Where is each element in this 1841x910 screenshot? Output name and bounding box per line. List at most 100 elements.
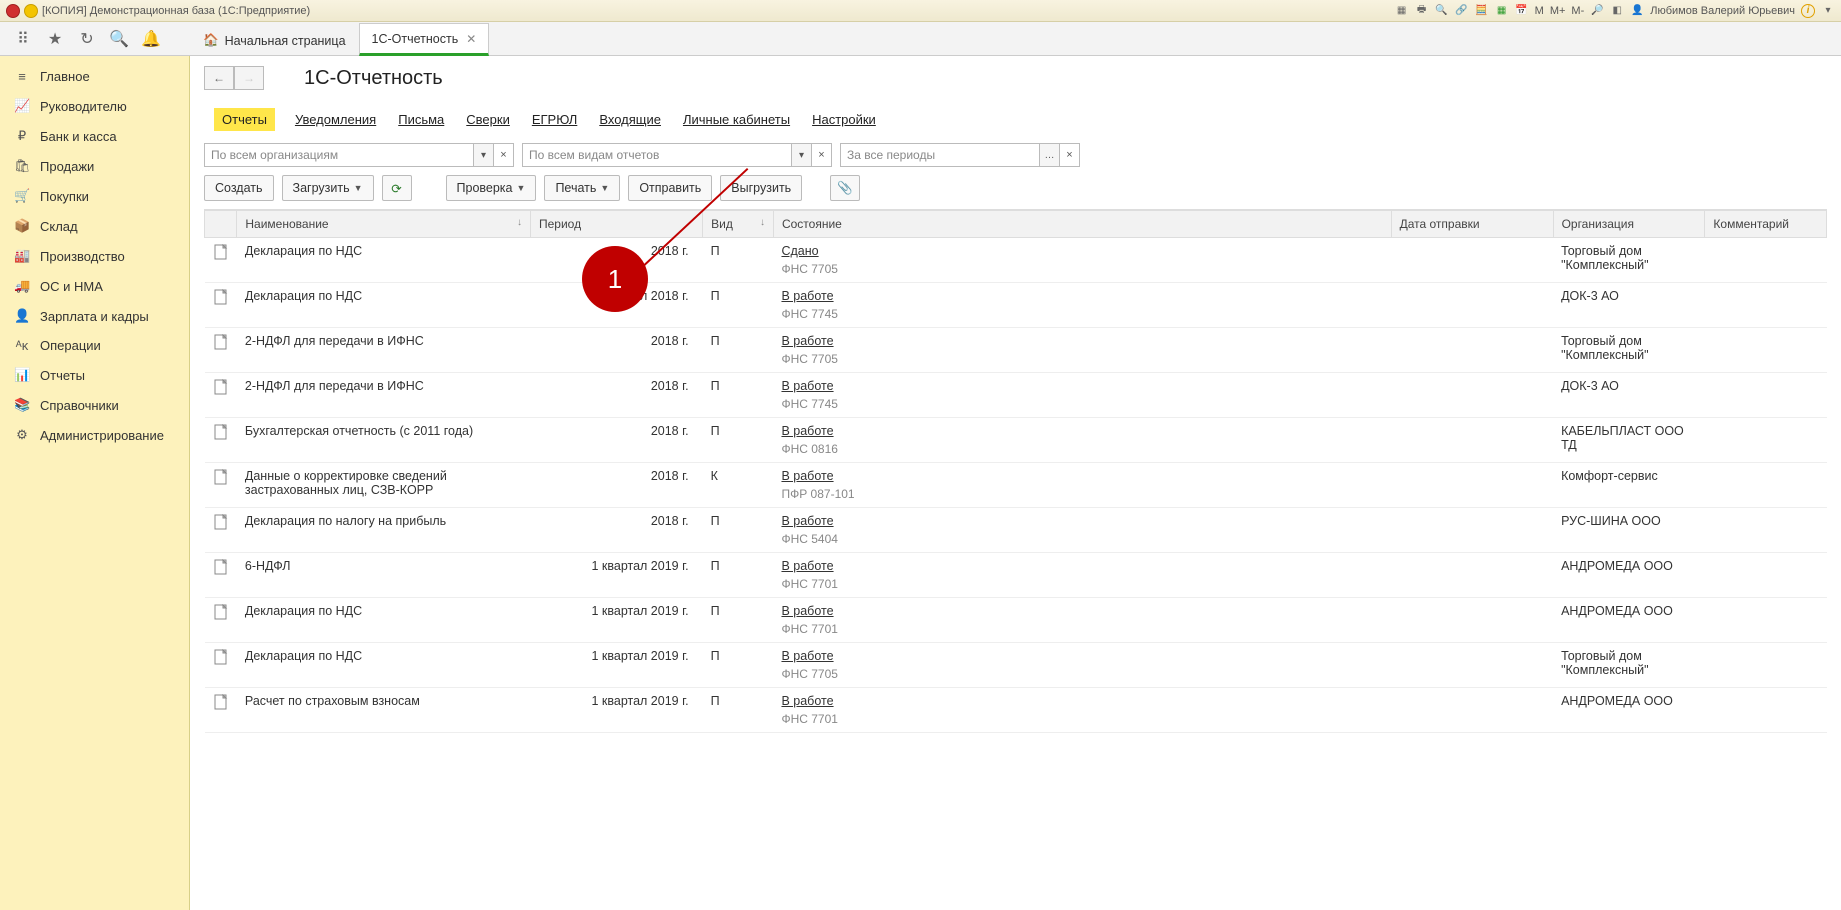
row-status-link[interactable]: В работе: [781, 559, 833, 573]
subtab-Сверки[interactable]: Сверки: [464, 108, 512, 131]
window-icon[interactable]: ◧: [1610, 4, 1624, 18]
sidebar-item-6[interactable]: 🏭Производство: [0, 241, 189, 271]
row-status-cell: В работеФНС 7705: [773, 328, 1391, 373]
row-status-link[interactable]: В работе: [781, 604, 833, 618]
apps-grid-icon[interactable]: ⠿: [14, 30, 32, 48]
col-comment-header[interactable]: Комментарий: [1705, 211, 1827, 238]
filter-period-more-icon[interactable]: …: [1040, 143, 1060, 167]
sidebar-item-10[interactable]: 📊Отчеты: [0, 360, 189, 390]
create-button[interactable]: Создать: [204, 175, 274, 201]
table-row[interactable]: Декларация по НДС2018 г.ПСданоФНС 7705То…: [205, 238, 1827, 283]
sidebar-item-0[interactable]: ≡Главное: [0, 62, 189, 91]
history-icon[interactable]: ↻: [78, 30, 96, 48]
table-row[interactable]: 6-НДФЛ1 квартал 2019 г.ПВ работеФНС 7701…: [205, 553, 1827, 598]
sidebar-item-3[interactable]: 🛍Продажи: [0, 151, 189, 181]
row-status-link[interactable]: В работе: [781, 424, 833, 438]
sidebar-item-5[interactable]: 📦Склад: [0, 211, 189, 241]
col-icon-header[interactable]: [205, 211, 237, 238]
subtab-ЕГРЮЛ[interactable]: ЕГРЮЛ: [530, 108, 579, 131]
table-row[interactable]: Бухгалтерская отчетность (с 2011 года)20…: [205, 418, 1827, 463]
sidebar-icon: ₽: [14, 128, 30, 144]
table-row[interactable]: Декларация по налогу на прибыль2018 г.ПВ…: [205, 508, 1827, 553]
col-date-header[interactable]: Дата отправки: [1391, 211, 1553, 238]
sidebar-item-1[interactable]: 📈Руководителю: [0, 91, 189, 121]
table-row[interactable]: Декларация по НДС1 квартал 2019 г.ПВ раб…: [205, 643, 1827, 688]
subtab-Уведомления[interactable]: Уведомления: [293, 108, 378, 131]
search-icon-top[interactable]: 🔍: [1435, 4, 1449, 18]
subtab-Личные кабинеты[interactable]: Личные кабинеты: [681, 108, 792, 131]
col-status-header[interactable]: Состояние: [773, 211, 1391, 238]
row-status-link[interactable]: В работе: [781, 514, 833, 528]
send-button[interactable]: Отправить: [628, 175, 712, 201]
nav-back-button[interactable]: ←: [204, 66, 234, 90]
filter-period-clear-button[interactable]: ×: [1060, 143, 1080, 167]
filter-org-clear-button[interactable]: ×: [494, 143, 514, 167]
load-button-label: Загрузить: [293, 181, 350, 195]
filter-period-input[interactable]: [840, 143, 1040, 167]
row-status-link[interactable]: В работе: [781, 379, 833, 393]
print-button[interactable]: Печать▼: [544, 175, 620, 201]
row-status-link[interactable]: В работе: [781, 694, 833, 708]
export-button-label: Выгрузить: [731, 181, 791, 195]
sidebar-item-11[interactable]: 📚Справочники: [0, 390, 189, 420]
minimize-icon[interactable]: ▾: [1821, 4, 1835, 18]
zoom-icon[interactable]: 🔎: [1590, 4, 1604, 18]
sidebar-item-7[interactable]: 🚚ОС и НМА: [0, 271, 189, 301]
row-period: 2018 г.: [531, 418, 703, 463]
app-accent-icon: [24, 4, 38, 18]
calendar-icon[interactable]: 📅: [1515, 4, 1529, 18]
filter-org-input[interactable]: [204, 143, 474, 167]
table-row[interactable]: Данные о корректировке сведений застрахо…: [205, 463, 1827, 508]
subtab-Письма[interactable]: Письма: [396, 108, 446, 131]
table-row[interactable]: Расчет по страховым взносам1 квартал 201…: [205, 688, 1827, 733]
subtab-Настройки[interactable]: Настройки: [810, 108, 878, 131]
load-button[interactable]: Загрузить▼: [282, 175, 374, 201]
row-status-link[interactable]: В работе: [781, 469, 833, 483]
search-icon[interactable]: 🔍: [110, 30, 128, 48]
filter-type-dropdown-icon[interactable]: ▾: [792, 143, 812, 167]
row-vid: П: [703, 418, 774, 463]
sidebar-item-9[interactable]: ᴬᴋОперации: [0, 331, 189, 360]
close-tab-icon[interactable]: ✕: [466, 32, 476, 46]
table-row[interactable]: Декларация по НДС4 квартал 2018 г.ПВ раб…: [205, 283, 1827, 328]
filter-type-clear-button[interactable]: ×: [812, 143, 832, 167]
filter-org-dropdown-icon[interactable]: ▾: [474, 143, 494, 167]
table-row[interactable]: Декларация по НДС1 квартал 2019 г.ПВ раб…: [205, 598, 1827, 643]
tab-1c-reporting[interactable]: 1С-Отчетность ✕: [359, 23, 490, 56]
col-org-header[interactable]: Организация: [1553, 211, 1705, 238]
tab-home[interactable]: 🏠 Начальная страница: [190, 25, 359, 55]
sidebar-item-label: Продажи: [40, 159, 94, 174]
refresh-button[interactable]: ⟳: [382, 175, 412, 201]
check-button[interactable]: Проверка▼: [446, 175, 537, 201]
row-status-link[interactable]: В работе: [781, 334, 833, 348]
filter-type-input[interactable]: [522, 143, 792, 167]
m-plus-button[interactable]: M+: [1550, 5, 1566, 17]
subtab-Отчеты[interactable]: Отчеты: [214, 108, 275, 131]
sidebar-item-8[interactable]: 👤Зарплата и кадры: [0, 301, 189, 331]
export-button[interactable]: Выгрузить: [720, 175, 802, 201]
m-minus-button[interactable]: M-: [1571, 5, 1584, 17]
favorites-star-icon[interactable]: ★: [46, 30, 64, 48]
info-icon[interactable]: i: [1801, 4, 1815, 18]
sidebar-item-2[interactable]: ₽Банк и касса: [0, 121, 189, 151]
table-row[interactable]: 2-НДФЛ для передачи в ИФНС2018 г.ПВ рабо…: [205, 328, 1827, 373]
reports-table-wrap[interactable]: Наименование↓ Период Вид↓ Состояние Дата…: [204, 209, 1827, 910]
row-status-link[interactable]: Сдано: [781, 244, 818, 258]
calc-icon[interactable]: 🧮: [1475, 4, 1489, 18]
sidebar-item-12[interactable]: ⚙Администрирование: [0, 420, 189, 450]
link-icon[interactable]: 🔗: [1455, 4, 1469, 18]
notifications-bell-icon[interactable]: 🔔: [142, 30, 160, 48]
attachment-button[interactable]: 📎: [830, 175, 860, 201]
col-name-header[interactable]: Наименование↓: [237, 211, 531, 238]
print-icon[interactable]: 🖶: [1415, 4, 1429, 18]
row-status-link[interactable]: В работе: [781, 649, 833, 663]
toolbar-icon-1[interactable]: ▦: [1395, 4, 1409, 18]
table-icon[interactable]: ▦: [1495, 4, 1509, 18]
row-status-link[interactable]: В работе: [781, 289, 833, 303]
user-name[interactable]: Любимов Валерий Юрьевич: [1650, 5, 1795, 17]
subtab-Входящие[interactable]: Входящие: [597, 108, 663, 131]
m-button[interactable]: M: [1535, 5, 1544, 17]
col-vid-header[interactable]: Вид↓: [703, 211, 774, 238]
sidebar-item-4[interactable]: 🛒Покупки: [0, 181, 189, 211]
table-row[interactable]: 2-НДФЛ для передачи в ИФНС2018 г.ПВ рабо…: [205, 373, 1827, 418]
